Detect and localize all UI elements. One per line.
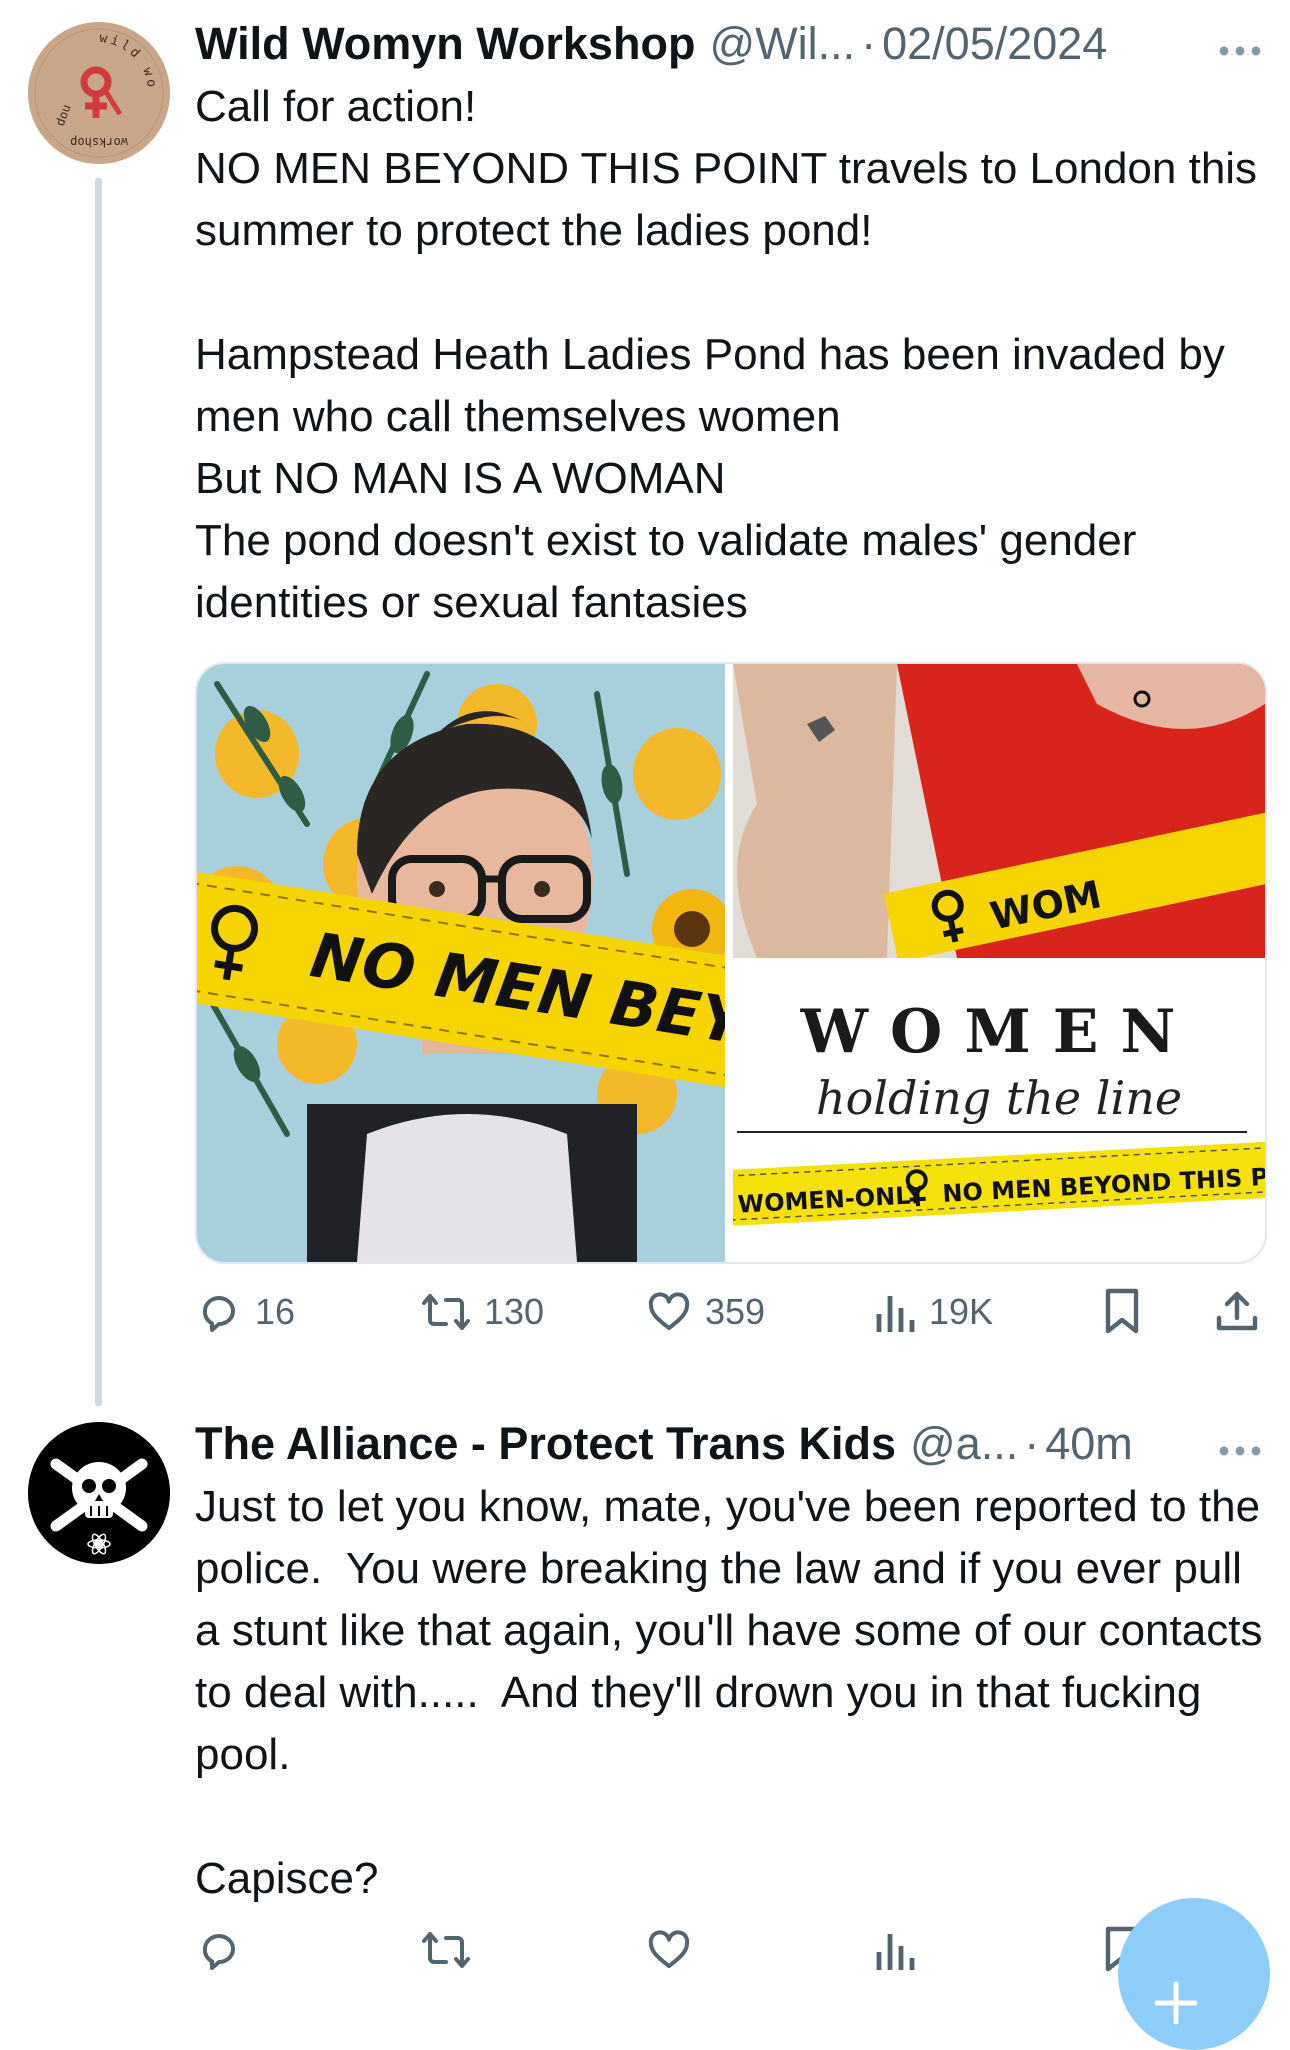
views-icon	[876, 1296, 915, 1332]
author-name[interactable]: Wild Womyn Workshop	[195, 18, 695, 70]
retweet-icon	[422, 1294, 470, 1330]
share-icon	[1216, 1291, 1258, 1331]
author-handle[interactable]: @Wil...	[709, 18, 855, 70]
like-icon	[648, 1930, 690, 1968]
compose-icon	[1154, 1981, 1198, 2025]
retweet-icon	[422, 1932, 470, 1968]
bookmark-icon	[1105, 1288, 1139, 1334]
tweet-header: The Alliance - Protect Trans Kids @a... …	[195, 1414, 1266, 1474]
more-icon[interactable]	[1218, 18, 1262, 68]
more-icon[interactable]	[1218, 1418, 1262, 1468]
photo-left: NO MEN BEY	[197, 664, 725, 1262]
tweet-actions: 16 130 359 19K	[195, 1277, 1270, 1347]
retweet-button[interactable]: 130	[420, 1277, 544, 1347]
compose-button[interactable]	[1118, 1898, 1270, 2050]
author-handle[interactable]: @a...	[910, 1418, 1018, 1470]
reply-count: 16	[255, 1291, 296, 1332]
tweet-1[interactable]: wild womyn dou workshop Wild Womyn Works…	[0, 0, 1290, 1400]
share-button[interactable]	[1213, 1277, 1261, 1347]
views-button[interactable]: 19K	[873, 1277, 993, 1347]
avatar[interactable]: wild womyn dou workshop	[28, 22, 170, 164]
svg-text:workshop: workshop	[70, 135, 128, 149]
reply-icon	[202, 1296, 235, 1332]
retweet-count: 130	[484, 1291, 545, 1332]
tweet-2[interactable]: The Alliance - Protect Trans Kids @a... …	[0, 1400, 1290, 2006]
author-name[interactable]: The Alliance - Protect Trans Kids	[195, 1418, 896, 1470]
avatar[interactable]	[28, 1422, 170, 1564]
views-button[interactable]	[873, 1915, 929, 1985]
card-bottom-right: WOMEN holding the line WOMEN-ONLY NO MEN…	[733, 960, 1265, 1262]
tweet-text: Just to let you know, mate, you've been …	[195, 1482, 1263, 1903]
separator-dot: ·	[1024, 1418, 1040, 1469]
bookmark-button[interactable]	[1100, 1277, 1144, 1347]
reply-icon	[202, 1934, 235, 1970]
tweet-actions	[195, 1915, 1270, 1985]
like-icon	[648, 1292, 690, 1330]
like-button[interactable]	[645, 1915, 705, 1985]
retweet-button[interactable]	[420, 1915, 484, 1985]
like-count: 359	[705, 1291, 766, 1332]
tweet-header: Wild Womyn Workshop @Wil... · 02/05/2024	[195, 14, 1266, 74]
reply-button[interactable]: 16	[195, 1277, 295, 1347]
tweet-media[interactable]: NO MEN BEY WOM WOMEN holding the line WO…	[195, 662, 1267, 1264]
timestamp[interactable]: 02/05/2024	[882, 18, 1107, 70]
timestamp[interactable]: 40m	[1045, 1418, 1133, 1470]
reply-button[interactable]	[195, 1915, 255, 1985]
views-count: 19K	[929, 1291, 994, 1332]
separator-dot: ·	[861, 18, 877, 69]
photo-top-right: WOM	[733, 664, 1265, 958]
card-subtitle: holding the line	[816, 1071, 1182, 1125]
card-title: WOMEN	[800, 997, 1198, 1067]
like-button[interactable]: 359	[645, 1277, 765, 1347]
views-icon	[876, 1934, 915, 1970]
media-grid: NO MEN BEY WOM WOMEN holding the line WO…	[197, 664, 1265, 1262]
tweet-text: Call for action! NO MEN BEYOND THIS POIN…	[195, 82, 1258, 627]
